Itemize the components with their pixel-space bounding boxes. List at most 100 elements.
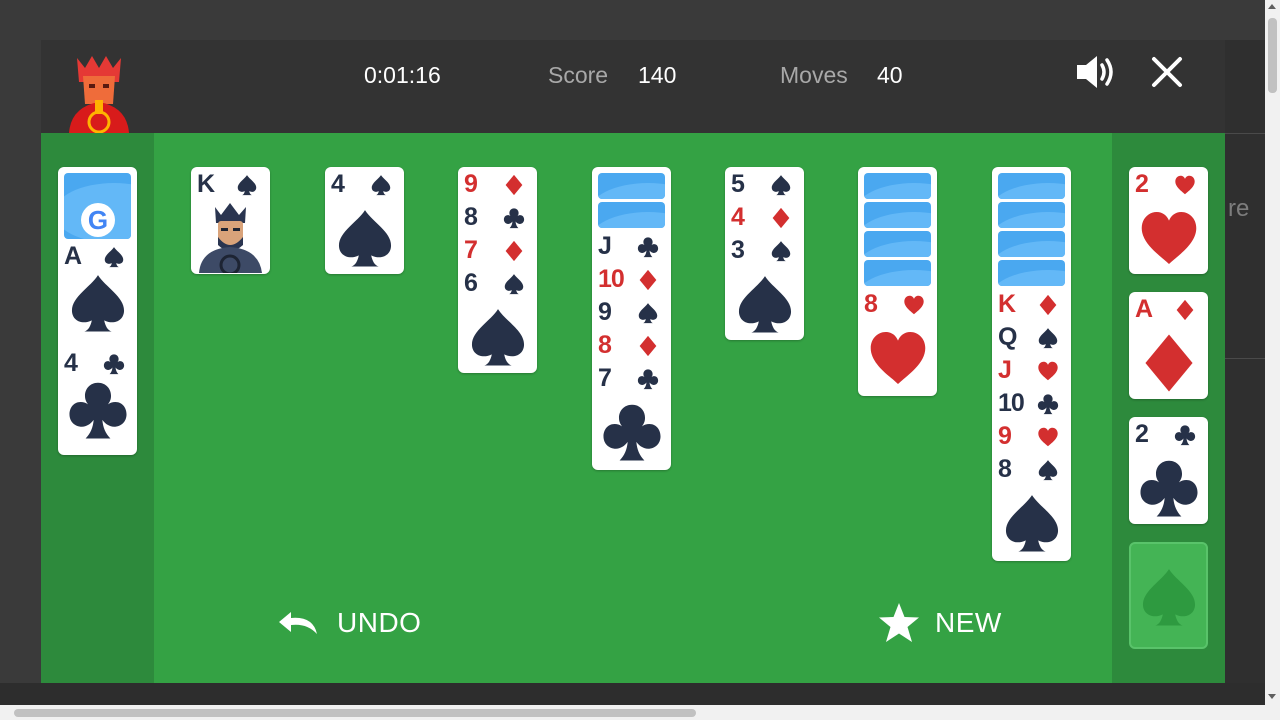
spades-icon (771, 175, 791, 196)
card-rank: 8 (864, 290, 878, 318)
card-face[interactable]: 10 (992, 388, 1071, 418)
card-back[interactable] (864, 231, 931, 257)
foundation-pile-1[interactable]: 2 (1129, 167, 1208, 274)
spades-icon (1038, 328, 1058, 349)
card-back[interactable] (998, 173, 1065, 199)
card-face[interactable]: J (992, 355, 1071, 385)
clubs-icon (503, 208, 525, 229)
card-face[interactable]: 4 (725, 202, 804, 232)
sound-toggle-button[interactable] (1075, 52, 1119, 92)
spades-icon (104, 247, 124, 268)
card-rank: K (197, 170, 215, 198)
horizontal-scrollbar[interactable] (0, 705, 1280, 720)
undo-button[interactable]: UNDO (277, 603, 421, 643)
diamonds-icon (639, 269, 657, 291)
card-rank: 10 (998, 389, 1025, 417)
spades-icon (638, 303, 658, 324)
card-back[interactable] (864, 202, 931, 228)
waste-pile[interactable]: GA 4 (58, 167, 137, 455)
vertical-scrollbar[interactable] (1265, 0, 1280, 705)
tableau-column-6[interactable]: 8 (858, 167, 937, 396)
card-rank: 7 (598, 364, 612, 392)
card-face[interactable]: 9 (458, 169, 537, 199)
tableau-column-2[interactable]: 4 (325, 167, 404, 274)
card-back[interactable] (598, 173, 665, 199)
horizontal-scroll-thumb[interactable] (14, 709, 696, 717)
background-divider (1225, 358, 1265, 359)
card-face[interactable]: A (1129, 294, 1208, 324)
card-rank: 5 (731, 170, 745, 198)
foundation-pile-2[interactable]: A (1129, 292, 1208, 399)
card-rank: 8 (998, 455, 1012, 483)
card-back[interactable] (598, 202, 665, 228)
card-rank: A (64, 242, 82, 270)
card-face[interactable]: 8 (992, 454, 1071, 484)
card-face[interactable]: 2 (1129, 419, 1208, 449)
card-face[interactable]: 3 (725, 235, 804, 265)
tableau-column-7[interactable]: K Q J 10 9 8 (992, 167, 1071, 561)
hearts-icon (1038, 361, 1058, 381)
solitaire-game: 0:01:16 Score 140 Moves 40 G A 4 K 4 9 8 7 6 J 10 9… (41, 40, 1225, 683)
score-label: Score (548, 62, 609, 88)
score-value: 140 (638, 62, 677, 88)
card-face[interactable]: K (191, 169, 270, 199)
card-back[interactable] (864, 173, 931, 199)
foundation-pile-3[interactable]: 2 (1129, 417, 1208, 524)
spades-icon (504, 274, 524, 295)
card-back[interactable] (998, 260, 1065, 286)
card-face[interactable]: 8 (592, 330, 671, 360)
card-rank: 7 (464, 236, 478, 264)
clubs-large-icon (1140, 460, 1198, 517)
card-rank: A (1135, 295, 1153, 323)
diamonds-icon (505, 174, 523, 196)
diamonds-icon (639, 335, 657, 357)
card-face[interactable]: Q (992, 322, 1071, 352)
clubs-icon (1174, 425, 1196, 446)
card-rank: 6 (464, 269, 478, 297)
tableau-column-4[interactable]: J 10 9 8 7 (592, 167, 671, 470)
clubs-icon (69, 382, 127, 439)
tableau-column-1[interactable]: K (191, 167, 270, 274)
vertical-scroll-thumb[interactable] (1268, 18, 1277, 93)
card-back[interactable] (864, 260, 931, 286)
moves-label: Moves (780, 62, 848, 88)
card-back[interactable] (998, 202, 1065, 228)
tableau-column-3[interactable]: 9 8 7 6 (458, 167, 537, 373)
card-back[interactable]: G (64, 173, 131, 239)
volume-icon (1077, 56, 1113, 88)
new-game-button[interactable]: NEW (877, 603, 1002, 643)
card-back[interactable] (998, 231, 1065, 257)
tableau-column-5[interactable]: 5 4 3 (725, 167, 804, 340)
card-face[interactable]: J (592, 231, 671, 261)
card-rank: J (598, 232, 612, 260)
foundation-empty-slot[interactable] (1129, 542, 1208, 649)
card-face[interactable]: 2 (1129, 169, 1208, 199)
card-face[interactable]: 9 (592, 297, 671, 327)
scroll-down-icon[interactable] (1268, 694, 1276, 699)
hearts-icon (904, 295, 924, 315)
card-face[interactable]: A (58, 241, 137, 271)
card-rank: K (998, 290, 1016, 318)
diamonds-icon (1176, 299, 1194, 321)
card-face[interactable]: 7 (458, 235, 537, 265)
card-face[interactable]: 7 (592, 363, 671, 393)
card-face[interactable]: K (992, 289, 1071, 319)
hearts-large-icon (870, 331, 926, 385)
clubs-icon (637, 369, 659, 390)
card-face[interactable]: 8 (858, 289, 937, 319)
diamonds-large-icon (1145, 334, 1193, 392)
card-face[interactable]: 8 (458, 202, 537, 232)
card-rank: J (998, 356, 1012, 384)
card-face[interactable]: 4 (58, 348, 137, 378)
spades-icon (371, 175, 391, 196)
close-icon (1152, 57, 1182, 87)
card-rank: 10 (598, 265, 625, 293)
card-face[interactable]: 6 (458, 268, 537, 298)
card-face[interactable]: 4 (325, 169, 404, 199)
card-face[interactable]: 10 (592, 264, 671, 294)
diamonds-icon (505, 240, 523, 262)
card-face[interactable]: 9 (992, 421, 1071, 451)
card-face[interactable]: 5 (725, 169, 804, 199)
scroll-up-icon[interactable] (1268, 4, 1276, 9)
close-game-button[interactable] (1149, 54, 1185, 90)
